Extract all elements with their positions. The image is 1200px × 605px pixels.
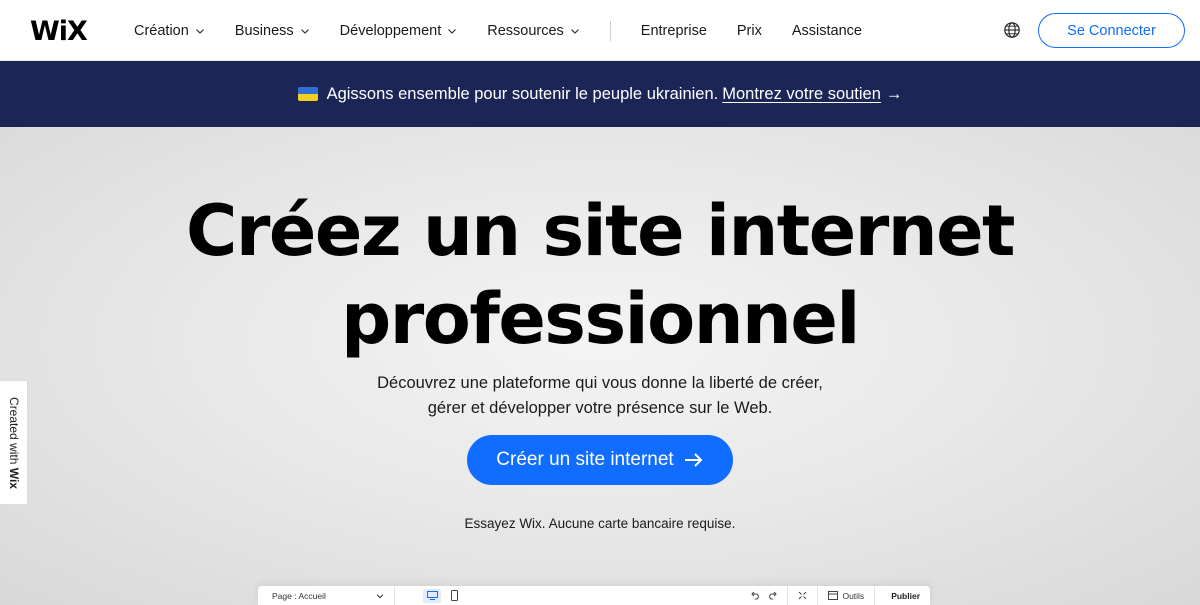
page-selector-label: Page : Accueil — [272, 590, 326, 601]
nav-item-label: Développement — [339, 22, 442, 39]
nav-item-label: Assistance — [791, 22, 862, 39]
chevron-down-icon — [570, 28, 579, 34]
hero-subtitle-line: Découvrez une plateforme qui vous donne … — [377, 374, 823, 392]
nav-item-label: Ressources — [487, 22, 564, 39]
nav-item-label: Entreprise — [640, 22, 707, 39]
zoom-out-icon[interactable] — [798, 591, 807, 600]
side-tab-brand: Wix — [6, 467, 21, 489]
hero-subtitle: Découvrez une plateforme qui vous donne … — [0, 371, 1200, 421]
banner-text: Agissons ensemble pour soutenir le peupl… — [326, 84, 719, 103]
nav-item-business[interactable]: Business — [235, 23, 310, 39]
toolbar-divider — [787, 586, 789, 605]
arrow-right-icon: → — [885, 84, 903, 103]
chevron-down-icon — [376, 593, 384, 598]
hero-note: Essayez Wix. Aucune carte bancaire requi… — [464, 516, 736, 531]
desktop-icon[interactable] — [423, 588, 441, 603]
create-site-button[interactable]: Créer un site internet — [467, 435, 733, 485]
tools-label: Outils — [842, 590, 865, 601]
hero-title: Créez un site internet professionnel — [0, 187, 1200, 363]
created-with-wix-tab[interactable]: Created with Wix — [0, 380, 28, 505]
toolbar-divider — [394, 586, 395, 605]
editor-toolbar: Page : Accueil Outils Publier — [258, 586, 930, 605]
main-nav: Création Business Développement Ressourc… — [134, 0, 892, 61]
hero-section: Créez un site internet professionnel Déc… — [0, 127, 1200, 605]
mobile-icon[interactable] — [451, 590, 458, 601]
login-button[interactable]: Se Connecter — [1038, 13, 1185, 48]
hero-title-line: professionnel — [341, 278, 860, 360]
nav-item-entreprise[interactable]: Entreprise — [641, 23, 707, 39]
wix-logo[interactable]: WiX — [30, 16, 88, 47]
toolbar-divider — [817, 586, 819, 605]
device-switcher — [423, 588, 458, 603]
toolbar-actions: Outils Publier — [751, 586, 920, 605]
publish-button[interactable]: Publier — [891, 591, 920, 601]
undo-icon[interactable] — [751, 591, 761, 600]
top-header: WiX Création Business Développement Ress… — [0, 0, 1200, 61]
ukraine-flag-icon — [297, 87, 318, 101]
redo-icon[interactable] — [767, 591, 778, 600]
tools-button[interactable]: Outils — [828, 591, 864, 601]
nav-item-prix[interactable]: Prix — [737, 23, 762, 39]
side-tab-prefix: Created with — [6, 396, 21, 464]
tools-icon — [828, 591, 839, 600]
nav-item-label: Création — [134, 22, 189, 39]
cta-label: Créer un site internet — [496, 449, 674, 470]
page-selector[interactable]: Page : Accueil — [272, 591, 384, 601]
nav-item-creation[interactable]: Création — [134, 23, 205, 39]
hero-title-line: Créez un site internet — [185, 190, 1016, 272]
nav-item-assistance[interactable]: Assistance — [792, 23, 862, 39]
chevron-down-icon — [448, 28, 457, 34]
globe-icon[interactable] — [1003, 21, 1021, 39]
chevron-down-icon — [195, 28, 204, 34]
nav-item-developpement[interactable]: Développement — [340, 23, 458, 39]
toolbar-divider — [874, 586, 876, 605]
nav-item-label: Prix — [736, 22, 762, 39]
nav-item-label: Business — [234, 22, 294, 39]
hero-subtitle-line: gérer et développer votre présence sur l… — [427, 399, 773, 417]
side-tab-text: Created with Wix — [7, 397, 21, 489]
nav-divider — [609, 20, 611, 41]
nav-item-ressources[interactable]: Ressources — [487, 23, 580, 39]
support-banner: Agissons ensemble pour soutenir le peupl… — [0, 61, 1200, 127]
chevron-down-icon — [300, 28, 309, 34]
arrow-right-icon — [684, 453, 703, 467]
banner-support-link[interactable]: Montrez votre soutien — [722, 85, 881, 104]
